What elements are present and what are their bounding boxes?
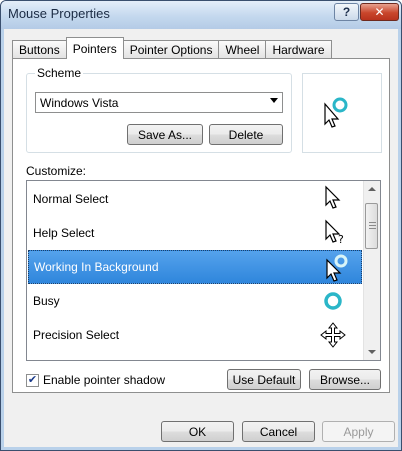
- ok-button[interactable]: OK: [161, 421, 234, 442]
- arrow-cursor-icon: [325, 185, 341, 209]
- working-cursor-icon: [324, 97, 348, 128]
- tab-buttons[interactable]: Buttons: [12, 40, 67, 58]
- list-item-label: Working In Background: [34, 260, 159, 274]
- save-as-button[interactable]: Save As...: [127, 124, 203, 145]
- cursor-preview: [302, 73, 382, 153]
- tab-hardware[interactable]: Hardware: [265, 40, 332, 58]
- list-item-label: Normal Select: [33, 192, 109, 206]
- list-item-selected[interactable]: Working In Background: [28, 250, 362, 284]
- pointer-shadow-option[interactable]: ✔ Enable pointer shadow: [26, 373, 165, 387]
- move-cursor-icon: [320, 322, 346, 348]
- list-item[interactable]: Normal Select: [28, 182, 362, 216]
- cancel-button[interactable]: Cancel: [242, 421, 315, 442]
- list-scrollbar[interactable]: [363, 181, 380, 360]
- delete-button[interactable]: Delete: [209, 124, 283, 145]
- working-cursor-icon: [326, 254, 348, 282]
- dialog-client-area: Buttons Pointers Pointer Options Wheel H…: [4, 29, 398, 447]
- grip-line: [369, 222, 376, 223]
- grip-line: [369, 228, 376, 229]
- pointer-shadow-checkbox[interactable]: ✔: [26, 373, 39, 387]
- list-item-label: Help Select: [33, 226, 95, 240]
- apply-button[interactable]: Apply: [322, 421, 395, 442]
- browse-button[interactable]: Browse...: [309, 369, 381, 390]
- tab-strip: Buttons Pointers Pointer Options Wheel H…: [12, 37, 332, 59]
- scheme-group: Scheme Windows Vista Save As... Delete: [26, 66, 292, 153]
- mouse-properties-window: Mouse Properties ? ✕ Buttons Pointers Po…: [0, 0, 402, 451]
- use-default-button[interactable]: Use Default: [227, 369, 301, 390]
- customize-label: Customize:: [26, 164, 87, 178]
- scroll-thumb[interactable]: [365, 203, 378, 249]
- help-button[interactable]: ?: [334, 3, 359, 21]
- busy-ring-icon: [324, 292, 342, 310]
- list-item[interactable]: Help Select ?: [28, 216, 362, 250]
- close-button[interactable]: ✕: [360, 3, 399, 21]
- pointers-panel: Scheme Windows Vista Save As... Delete C…: [12, 58, 390, 393]
- list-item[interactable]: Busy: [28, 284, 362, 318]
- tab-pointers[interactable]: Pointers: [65, 37, 124, 59]
- grip-line: [369, 225, 376, 226]
- title-bar[interactable]: Mouse Properties ? ✕: [1, 1, 401, 29]
- scheme-dropdown-value: Windows Vista: [40, 95, 119, 110]
- help-cursor-icon: ?: [325, 219, 344, 246]
- window-title: Mouse Properties: [8, 6, 110, 21]
- svg-text:?: ?: [338, 233, 344, 246]
- tab-pointer-options[interactable]: Pointer Options: [122, 40, 220, 58]
- list-item[interactable]: Precision Select: [28, 318, 362, 352]
- scroll-down-icon[interactable]: [368, 350, 376, 354]
- tab-wheel[interactable]: Wheel: [218, 40, 267, 58]
- scheme-group-label: Scheme: [35, 66, 84, 80]
- chevron-down-icon: [270, 98, 278, 103]
- pointer-shadow-label: Enable pointer shadow: [43, 373, 166, 387]
- list-item-label: Precision Select: [33, 328, 120, 342]
- list-item-label: Busy: [33, 294, 60, 308]
- cursor-list[interactable]: Normal Select Help Select ? Working In B…: [26, 180, 381, 361]
- scheme-dropdown[interactable]: Windows Vista: [35, 92, 283, 113]
- scroll-up-icon[interactable]: [368, 187, 376, 191]
